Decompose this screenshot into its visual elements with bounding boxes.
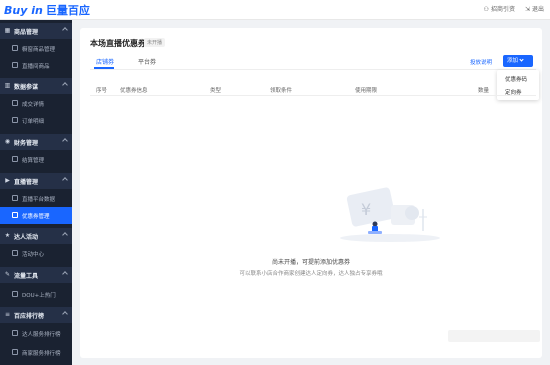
status-badge: 未开播 xyxy=(144,38,166,47)
sidebar-group-ranking[interactable]: ≡ 百应排行榜 xyxy=(0,307,72,323)
doc-icon xyxy=(12,100,18,106)
list-icon xyxy=(12,62,18,68)
grid-icon: ▦ xyxy=(4,27,11,34)
top-links: ⚇ 招商引资 ⇲ 退出 xyxy=(484,4,544,13)
live-icon: ▶ xyxy=(5,177,10,184)
main-card: 本场直播优惠券 未开播 店铺券 平台券 投放说明 添加 优惠券码 定向券 序号 … xyxy=(80,28,542,358)
doc-icon xyxy=(12,330,18,336)
sidebar: ▦ 商品管理 橱窗商品管理 直播间商品 ▥ 数据参谋 成交详情 订单明细 ◉ 财… xyxy=(0,20,72,365)
sidebar-item-merchant-ranking[interactable]: 商家服务排行榜 xyxy=(0,344,72,361)
sidebar-item-live-goods[interactable]: 直播间商品 xyxy=(0,57,72,74)
sidebar-item-settlement[interactable]: 结算管理 xyxy=(0,151,72,168)
sidebar-item-deal-details[interactable]: 成交详情 xyxy=(0,95,72,112)
logo[interactable]: Buy in 巨量百应 xyxy=(4,2,90,18)
tab-store-coupon[interactable]: 店铺券 xyxy=(96,57,114,66)
chevron-up-icon xyxy=(62,138,68,144)
column-header: 序号 xyxy=(96,88,108,94)
sidebar-group-traffic[interactable]: ✎ 流量工具 xyxy=(0,267,72,283)
chevron-down-icon xyxy=(519,57,524,62)
person-icon xyxy=(12,250,18,256)
add-button[interactable]: 添加 xyxy=(503,55,533,67)
sidebar-item-live-data[interactable]: 直播平台数据 xyxy=(0,190,72,207)
svg-text:¥: ¥ xyxy=(361,200,371,219)
list-icon xyxy=(12,45,18,51)
sidebar-item-coupon-management[interactable]: 优惠券管理 xyxy=(0,207,72,224)
column-header: 类型 xyxy=(210,88,222,94)
column-header: 优惠券信息 xyxy=(120,88,148,94)
tool-icon: ✎ xyxy=(4,271,11,278)
star-icon: ★ xyxy=(4,232,11,239)
sidebar-group-goods[interactable]: ▦ 商品管理 xyxy=(0,23,72,39)
chevron-up-icon xyxy=(62,27,68,33)
chevron-up-icon xyxy=(62,271,68,277)
empty-state-subtitle: 可以联系小店合作商家创建达人定向券，达人独占专享券哦 xyxy=(239,271,383,277)
empty-state-illustration: ¥ xyxy=(340,187,440,242)
rank-icon: ≡ xyxy=(4,311,11,318)
sidebar-item-activity-center[interactable]: 活动中心 xyxy=(0,245,72,262)
chevron-up-icon xyxy=(62,311,68,317)
logo-brand: 巨量百应 xyxy=(45,4,90,17)
flame-icon xyxy=(12,291,18,297)
tab-platform-coupon[interactable]: 平台券 xyxy=(138,57,156,66)
sidebar-group-activity[interactable]: ★ 达人活动 xyxy=(0,228,72,244)
sidebar-group-finance[interactable]: ◉ 财务管理 xyxy=(0,134,72,150)
page-title: 本场直播优惠券 xyxy=(90,39,146,48)
doc-icon xyxy=(12,195,18,201)
finance-icon: ◉ xyxy=(4,138,11,145)
sidebar-item-talent-ranking[interactable]: 达人服务排行榜 xyxy=(0,325,72,342)
chevron-up-icon xyxy=(62,177,68,183)
chevron-up-icon xyxy=(62,232,68,238)
top-bar: Buy in 巨量百应 ⚇ 招商引资 ⇲ 退出 xyxy=(0,0,550,20)
chart-icon: ▥ xyxy=(4,82,11,89)
sidebar-group-data[interactable]: ▥ 数据参谋 xyxy=(0,78,72,94)
sidebar-item-order-details[interactable]: 订单明细 xyxy=(0,112,72,129)
coupon-icon xyxy=(12,212,18,218)
user-icon: ⚇ xyxy=(483,6,489,13)
column-header: 领取条件 xyxy=(270,88,293,94)
doc-icon xyxy=(12,156,18,162)
table-header: 序号 优惠券信息 类型 领取条件 使用期限 数量 xyxy=(90,80,536,96)
empty-state-title: 尚未开播，可提前添加优惠券 xyxy=(271,259,350,266)
column-header: 使用期限 xyxy=(355,88,378,94)
doc-icon xyxy=(12,117,18,123)
logout-link[interactable]: ⇲ 退出 xyxy=(525,4,544,13)
exit-icon: ⇲ xyxy=(524,6,530,13)
column-header: 数量 xyxy=(478,88,490,94)
tab-divider xyxy=(90,69,536,70)
blurred-watermark xyxy=(448,330,540,342)
help-link[interactable]: 投放说明 xyxy=(470,58,492,66)
logo-text: Buy in xyxy=(4,4,43,17)
sidebar-group-live[interactable]: ▶ 直播管理 xyxy=(0,173,72,189)
sidebar-item-window-goods[interactable]: 橱窗商品管理 xyxy=(0,40,72,57)
invite-link[interactable]: ⚇ 招商引资 xyxy=(484,4,515,13)
doc-icon xyxy=(12,349,18,355)
sidebar-item-dou-plus[interactable]: DOU+上热门 xyxy=(0,286,72,303)
chevron-up-icon xyxy=(62,82,68,88)
